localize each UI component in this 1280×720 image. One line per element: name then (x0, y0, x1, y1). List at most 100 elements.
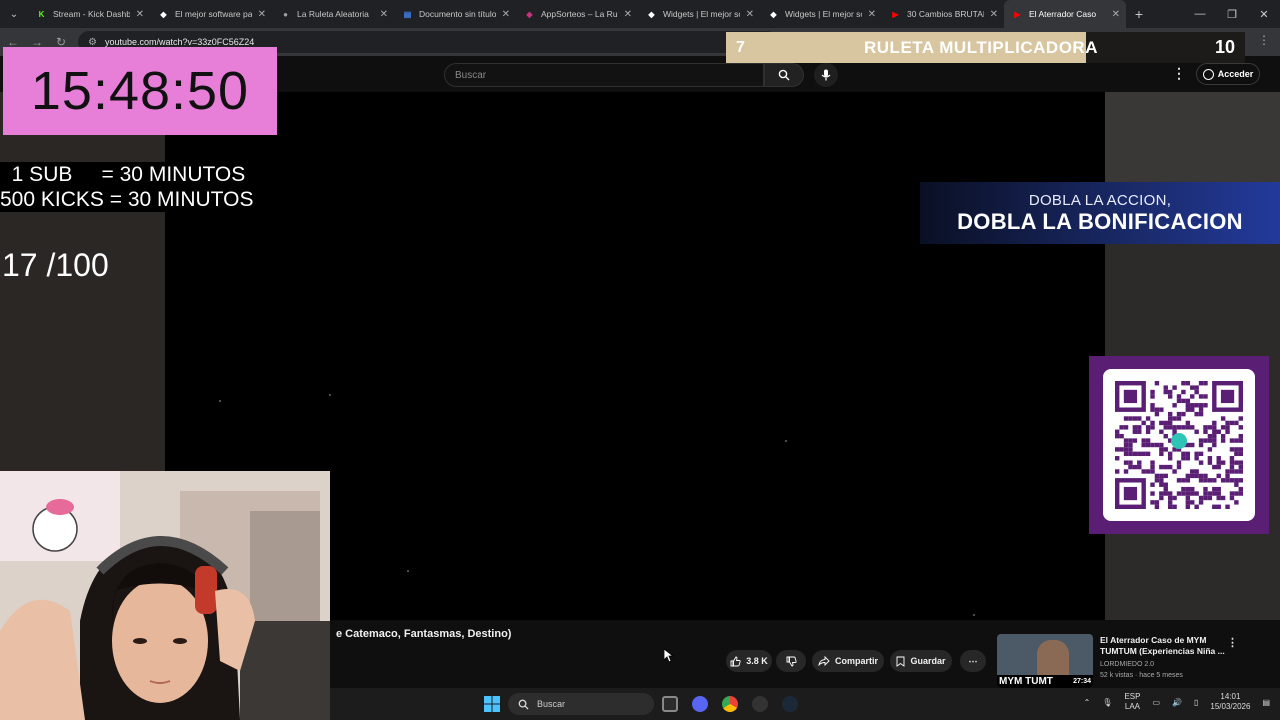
tab-favicon-icon: K (38, 9, 45, 19)
windows-taskbar: Buscar ⌃ 🎙 ESP LAA ▭ 🔊 ▯ 14:01 15/03/202… (330, 688, 1280, 720)
recommended-more-icon[interactable]: ⋮ (1227, 636, 1238, 649)
save-label: Guardar (910, 656, 946, 666)
like-button[interactable]: 3.8 K (726, 650, 772, 672)
tab-title: Widgets | El mejor so (785, 9, 862, 19)
system-tray: ⌃ 🎙 ESP LAA ▭ 🔊 ▯ 14:01 15/03/2026 ▤ (1084, 692, 1270, 712)
language-indicator[interactable]: ESP LAA (1124, 692, 1140, 712)
browser-tab[interactable]: K Stream - Kick Dashb ✕ (28, 0, 150, 28)
video-noise-speck (973, 614, 975, 616)
steam-icon[interactable] (782, 696, 798, 712)
tab-favicon-icon: ◈ (526, 9, 533, 19)
discord-icon[interactable] (692, 696, 708, 712)
close-window-button[interactable]: ✕ (1248, 0, 1280, 28)
share-button[interactable]: Compartir (812, 650, 884, 672)
tab-title: Documento sin título (419, 9, 496, 19)
rule-line-subs: 1 SUB = 30 MINUTOS (0, 163, 246, 186)
share-label: Compartir (834, 656, 878, 666)
tab-search-button[interactable]: ⌄ (0, 0, 28, 28)
tab-favicon-icon: ◆ (648, 9, 655, 19)
video-noise-speck (219, 400, 221, 402)
signin-button[interactable]: Acceder (1196, 63, 1260, 85)
bookmark-icon (897, 656, 905, 667)
microphone-icon (821, 69, 831, 81)
tab-title: El mejor software pa (175, 9, 252, 19)
new-tab-button[interactable]: + (1126, 6, 1152, 22)
recommended-channel[interactable]: LORDMIEDO 2.0 (1100, 661, 1154, 668)
browser-tab[interactable]: ▤ Documento sin título ✕ (394, 0, 516, 28)
yape-qr-panel (1089, 356, 1269, 534)
tab-title: El Aterrador Caso (1029, 9, 1097, 19)
tab-title: La Ruleta Aleatoria (297, 9, 369, 19)
tab-close-icon[interactable]: ✕ (136, 9, 144, 20)
signin-label: Acceder (1217, 69, 1254, 79)
tab-close-icon[interactable]: ✕ (624, 9, 632, 20)
youtube-search: Buscar (444, 63, 804, 87)
restore-button[interactable]: ❐ (1216, 0, 1248, 28)
tab-favicon-icon: ▤ (403, 9, 412, 19)
browser-tab[interactable]: ◆ El mejor software pa ✕ (150, 0, 272, 28)
youtube-search-button[interactable] (764, 63, 804, 87)
dislike-button[interactable] (776, 650, 806, 672)
minimize-button[interactable]: — (1184, 0, 1216, 28)
mouse-cursor-icon (664, 649, 674, 663)
tab-title: Stream - Kick Dashb (53, 9, 130, 19)
youtube-search-input[interactable]: Buscar (444, 63, 765, 87)
thumbnail-caption-text: MYM TUMT (999, 676, 1053, 687)
clock[interactable]: 14:01 15/03/2026 (1210, 692, 1250, 712)
tab-favicon-icon: ● (283, 9, 288, 19)
promo-line-1: DOBLA LA ACCION, (1028, 191, 1172, 209)
promo-line-2: DOBLA LA BONIFICACION (957, 208, 1243, 234)
browser-tab[interactable]: ◆ Widgets | El mejor so ✕ (760, 0, 882, 28)
save-button[interactable]: Guardar (890, 650, 952, 672)
network-icon[interactable]: ▭ (1152, 698, 1160, 707)
taskbar-search[interactable]: Buscar (508, 693, 654, 715)
like-count: 3.8 K (746, 656, 768, 666)
recommended-meta: 52 k vistas · hace 5 meses (1100, 672, 1183, 679)
webcam-feed (0, 471, 330, 720)
recommended-video[interactable]: MYM TUMT 27:34 El Aterrador Caso de MYM … (997, 634, 1272, 688)
chevron-up-icon[interactable]: ⌃ (1084, 698, 1091, 707)
notification-icon[interactable]: ▤ (1262, 698, 1270, 707)
more-actions-button[interactable]: ⋯ (960, 650, 986, 672)
voice-search-button[interactable] (814, 63, 838, 87)
microphone-icon[interactable]: 🎙 (1102, 698, 1112, 707)
browser-tab[interactable]: ▶ El Aterrador Caso ✕ (1004, 0, 1126, 28)
volume-icon[interactable]: 🔊 (1172, 698, 1182, 707)
settings-kebab-icon[interactable]: ⋮ (1172, 65, 1186, 82)
browser-tab[interactable]: ◆ Widgets | El mejor so ✕ (638, 0, 760, 28)
battery-icon[interactable]: ▯ (1194, 698, 1198, 707)
site-info-icon[interactable]: ⚙ (88, 37, 97, 48)
tab-close-icon[interactable]: ✕ (258, 9, 266, 20)
browser-tab[interactable]: ● La Ruleta Aleatoria ✕ (272, 0, 394, 28)
tab-close-icon[interactable]: ✕ (990, 9, 998, 20)
plus-icon: + (1134, 6, 1144, 22)
more-horizontal-icon: ⋯ (968, 655, 978, 666)
chrome-icon[interactable] (722, 696, 738, 712)
tab-close-icon[interactable]: ✕ (380, 9, 388, 20)
stream-background-right-top (1105, 92, 1280, 182)
browser-tab[interactable]: ◈ AppSorteos – La Rule ✕ (516, 0, 638, 28)
tab-close-icon[interactable]: ✕ (1112, 9, 1120, 20)
screen: ⌄ K Stream - Kick Dashb ✕ ◆ El mejor softwar… (0, 0, 1280, 720)
clock-time: 14:01 (1220, 692, 1241, 701)
tab-close-icon[interactable]: ✕ (868, 9, 876, 20)
taskbar-search-placeholder: Buscar (537, 699, 566, 709)
taskview-icon[interactable] (662, 696, 678, 712)
video-duration: 27:34 (1071, 678, 1093, 685)
recommended-thumbnail[interactable]: MYM TUMT 27:34 (997, 634, 1093, 688)
search-icon (778, 69, 790, 81)
video-title: e Catemaco, Fantasmas, Destino) (336, 628, 512, 640)
tab-close-icon[interactable]: ✕ (746, 9, 754, 20)
video-noise-speck (329, 394, 331, 396)
ruleta-label: RULETA MULTIPLICADORA (864, 37, 1098, 57)
windows-start-icon[interactable] (484, 696, 500, 712)
menu-kebab-icon[interactable]: ⋮ (1258, 33, 1270, 47)
tab-close-icon[interactable]: ✕ (502, 9, 510, 20)
clock-date: 15/03/2026 (1210, 702, 1251, 711)
browser-tab[interactable]: ▶ 30 Cambios BRUTALE ✕ (882, 0, 1004, 28)
tab-list: K Stream - Kick Dashb ✕ ◆ El mejor software … (28, 0, 1126, 28)
language-bottom: LAA (1124, 702, 1140, 711)
obs-icon[interactable] (752, 696, 768, 712)
tab-title: 30 Cambios BRUTALE (907, 9, 984, 19)
recommended-title[interactable]: El Aterrador Caso de MYM TUMTUM (Experie… (1100, 635, 1230, 657)
